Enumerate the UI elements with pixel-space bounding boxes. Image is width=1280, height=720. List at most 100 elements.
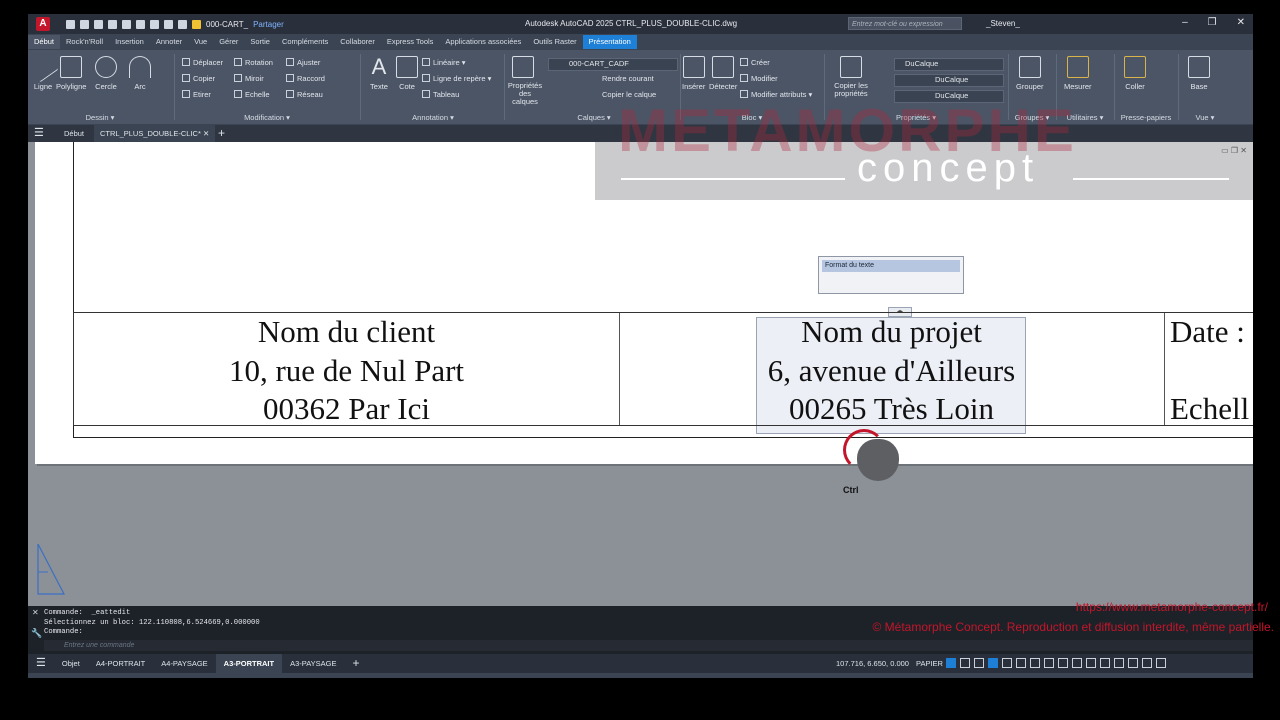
table-tool[interactable]: Tableau	[422, 90, 459, 99]
wrench-icon[interactable]: 🔧	[31, 628, 42, 639]
copy-tool[interactable]: Copier	[182, 74, 215, 83]
base-view-button[interactable]: Base	[1188, 56, 1210, 91]
publish-icon[interactable]	[122, 19, 131, 29]
layer-combo[interactable]: 000-CART_	[206, 20, 248, 29]
ribbon-tab-2[interactable]: Insertion	[109, 35, 150, 49]
polyline-tool[interactable]: Polyligne	[56, 56, 86, 91]
arc-tool[interactable]: Arc	[129, 56, 151, 91]
ribbon-tab-7[interactable]: Compléments	[276, 35, 334, 49]
measure-button[interactable]: Mesurer	[1064, 56, 1092, 91]
share-button[interactable]: Partager	[253, 20, 284, 29]
project-city[interactable]: 00265 Très Loin	[619, 390, 1164, 429]
match-properties-button[interactable]: Copier les propriétés	[826, 56, 876, 98]
ribbon-tab-12[interactable]: Présentation	[582, 35, 637, 49]
ortho-icon[interactable]	[974, 658, 984, 668]
save-icon[interactable]	[94, 19, 103, 29]
layer-properties-button[interactable]: Propriétés des calques	[506, 56, 542, 106]
layer-dropdown[interactable]: 000-CART_CADF	[548, 58, 678, 71]
add-layout-icon[interactable]: +	[345, 654, 368, 673]
project-address[interactable]: 6, avenue d'Ailleurs	[619, 352, 1164, 391]
panel-title[interactable]: Annotation ▾	[364, 113, 502, 122]
trim-tool[interactable]: Ajuster	[286, 58, 320, 67]
move-tool[interactable]: Déplacer	[182, 58, 223, 67]
panel-title[interactable]: Modification ▾	[178, 113, 356, 122]
search-input[interactable]: Entrez mot-clé ou expression	[848, 17, 962, 30]
ribbon-tab-6[interactable]: Sortie	[244, 35, 276, 49]
tab-document[interactable]: CTRL_PLUS_DOUBLE-CLIC* ✕	[94, 125, 216, 142]
linear-dim-tool[interactable]: Linéaire ▾	[422, 58, 466, 67]
new-icon[interactable]	[66, 19, 75, 29]
quick-properties-icon[interactable]	[1100, 658, 1110, 668]
selection-cycling-icon[interactable]	[1044, 658, 1054, 668]
ribbon-tab-10[interactable]: Applications associées	[439, 35, 527, 49]
isolate-icon[interactable]	[1114, 658, 1124, 668]
customize-menu-icon[interactable]	[1156, 658, 1166, 668]
plot-icon[interactable]	[150, 19, 159, 29]
ribbon-tab-11[interactable]: Outils Raster	[527, 35, 582, 49]
maximize-icon[interactable]: ❐	[1208, 17, 1217, 28]
workspace-gear-icon[interactable]	[1072, 658, 1082, 668]
line-tool[interactable]: Ligne	[28, 51, 59, 91]
mirror-tool[interactable]: Miroir	[234, 74, 264, 83]
text-tool[interactable]: A Texte	[368, 56, 390, 92]
layout-tab-2[interactable]: A4-PAYSAGE	[153, 654, 215, 673]
close-command-icon[interactable]: ✕	[32, 608, 39, 617]
open-icon[interactable]	[80, 19, 89, 29]
paste-button[interactable]: Coller	[1124, 56, 1146, 91]
hamburger-menu-icon[interactable]: ☰	[34, 125, 44, 142]
stretch-tool[interactable]: Etirer	[182, 90, 211, 99]
ribbon-tab-8[interactable]: Collaborer	[334, 35, 381, 49]
lineweight-icon[interactable]	[1016, 658, 1026, 668]
array-tool[interactable]: Réseau	[286, 90, 323, 99]
ribbon-tab-9[interactable]: Express Tools	[381, 35, 440, 49]
layout-tab-4[interactable]: A3-PAYSAGE	[282, 654, 344, 673]
layout-menu-icon[interactable]: ☰	[28, 654, 54, 673]
drawing-area[interactable]: concept ▭ ❐ ✕ METAMORPHE Format du texte…	[28, 97, 1253, 606]
scale-tool[interactable]: Echelle	[234, 90, 270, 99]
layout-tab-1[interactable]: A4-PORTRAIT	[88, 654, 153, 673]
panel-title[interactable]: Dessin ▾	[28, 113, 172, 122]
clean-screen-icon[interactable]	[1142, 658, 1152, 668]
layout-tab-0[interactable]: Objet	[54, 654, 88, 673]
ribbon-tab-0[interactable]: Début	[28, 35, 61, 49]
space-toggle[interactable]: PAPIER	[916, 659, 943, 668]
app-menu-button[interactable]: A	[36, 17, 50, 31]
grid-icon[interactable]	[946, 658, 956, 668]
ribbon-tab-5[interactable]: Gérer	[213, 35, 244, 49]
dimension-tool[interactable]: Cote	[396, 56, 418, 91]
leader-tool[interactable]: Ligne de repère ▾	[422, 74, 491, 83]
panel-title[interactable]: Vue ▾	[1180, 113, 1230, 122]
edit-block-button[interactable]: Modifier	[740, 74, 778, 83]
command-input[interactable]: Entrez une commande	[44, 640, 1253, 651]
polar-icon[interactable]	[988, 658, 998, 668]
group-button[interactable]: Grouper	[1016, 56, 1044, 91]
layer-bulb-icon[interactable]	[192, 19, 201, 29]
project-cell[interactable]: Nom du projet 6, avenue d'Ailleurs 00265…	[619, 313, 1165, 426]
close-tab-icon[interactable]: ✕	[203, 129, 209, 138]
snap-icon[interactable]	[960, 658, 970, 668]
ribbon-tab-1[interactable]: Rock'n'Roll	[60, 35, 109, 49]
user-account[interactable]: _Steven_	[986, 19, 1020, 28]
hardware-accel-icon[interactable]	[1128, 658, 1138, 668]
insert-block-button[interactable]: Insérer	[682, 56, 705, 91]
tab-start[interactable]: Début	[64, 125, 84, 142]
panel-title[interactable]: Presse-papiers	[1116, 113, 1176, 122]
viewport-controls[interactable]: ▭ ❐ ✕	[1221, 146, 1247, 155]
new-tab-icon[interactable]: +	[218, 125, 225, 142]
layout-tab-3[interactable]: A3-PORTRAIT	[215, 654, 283, 673]
create-block-button[interactable]: Créer	[740, 58, 770, 67]
transparency-icon[interactable]	[1030, 658, 1040, 668]
text-format-toolbar[interactable]: Format du texte	[818, 256, 964, 294]
circle-tool[interactable]: Cercle	[95, 56, 117, 91]
minimize-icon[interactable]: –	[1182, 17, 1188, 28]
save-as-icon[interactable]	[108, 19, 117, 29]
lineweight-dropdown[interactable]: DuCalque	[894, 74, 1004, 87]
close-icon[interactable]: ✕	[1237, 17, 1245, 28]
rotate-tool[interactable]: Rotation	[234, 58, 273, 67]
print-icon[interactable]	[136, 19, 145, 29]
units-icon[interactable]	[1086, 658, 1096, 668]
ribbon-tab-4[interactable]: Vue	[188, 35, 213, 49]
color-dropdown[interactable]: DuCalque	[894, 58, 1004, 71]
project-name[interactable]: Nom du projet	[619, 313, 1164, 352]
make-current-button[interactable]: Rendre courant	[602, 74, 654, 83]
